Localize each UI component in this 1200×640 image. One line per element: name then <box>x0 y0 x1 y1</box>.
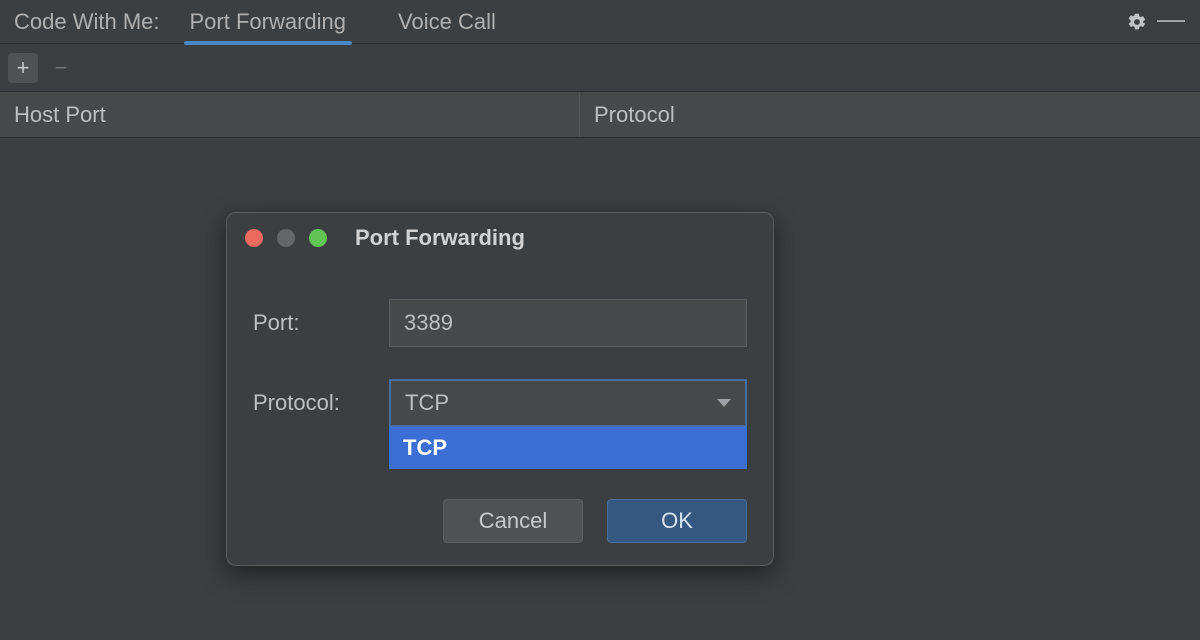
dialog-titlebar: Port Forwarding <box>227 213 773 263</box>
protocol-select-value: TCP <box>405 390 449 416</box>
tool-window-tabs: Code With Me: Port Forwarding Voice Call… <box>0 0 1200 44</box>
tool-window-title: Code With Me: <box>14 9 160 35</box>
protocol-row: Protocol: TCP TCP <box>227 379 773 427</box>
column-protocol[interactable]: Protocol <box>580 92 1200 137</box>
chevron-down-icon <box>717 399 731 407</box>
minus-icon: − <box>55 55 68 81</box>
plus-icon: + <box>17 55 30 81</box>
minimize-icon[interactable] <box>277 229 295 247</box>
remove-button[interactable]: − <box>46 53 76 83</box>
column-host-port[interactable]: Host Port <box>0 92 580 137</box>
protocol-select[interactable]: TCP TCP <box>389 379 747 427</box>
close-icon[interactable] <box>245 229 263 247</box>
protocol-dropdown: TCP <box>389 427 747 469</box>
port-table-header: Host Port Protocol <box>0 92 1200 138</box>
port-forwarding-dialog: Port Forwarding Port: Protocol: TCP TCP … <box>226 212 774 566</box>
tab-port-forwarding[interactable]: Port Forwarding <box>184 0 353 44</box>
hide-icon[interactable]: — <box>1154 5 1188 39</box>
ok-button[interactable]: OK <box>607 499 747 543</box>
port-forwarding-toolbar: + − <box>0 44 1200 92</box>
port-input[interactable] <box>389 299 747 347</box>
dialog-title: Port Forwarding <box>355 225 525 251</box>
tab-voice-call[interactable]: Voice Call <box>392 0 502 44</box>
gear-icon[interactable] <box>1120 5 1154 39</box>
zoom-icon[interactable] <box>309 229 327 247</box>
protocol-label: Protocol: <box>253 390 389 416</box>
port-label: Port: <box>253 310 389 336</box>
add-button[interactable]: + <box>8 53 38 83</box>
cancel-button[interactable]: Cancel <box>443 499 583 543</box>
protocol-option-tcp[interactable]: TCP <box>389 427 747 469</box>
port-row: Port: <box>227 299 773 347</box>
dialog-buttons: Cancel OK <box>227 499 773 543</box>
